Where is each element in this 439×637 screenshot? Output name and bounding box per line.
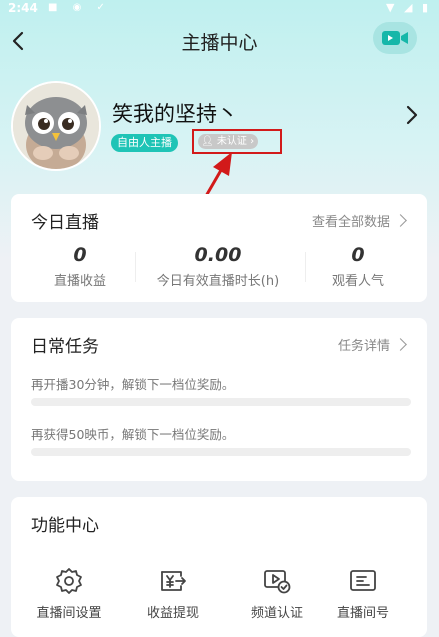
func-label: 直播间号	[336, 606, 389, 621]
stat-label: 直播收益	[53, 274, 106, 289]
view-all-data-label: 查看全部数据	[311, 215, 390, 230]
settings-icon	[56, 568, 82, 594]
room-id-icon	[350, 570, 376, 591]
channel-verify-icon	[264, 570, 291, 594]
task-details-label: 任务详情	[337, 339, 390, 354]
func-label: 收益提现	[146, 606, 199, 621]
today-live-card: 今日直播 查看全部数据 0 直播收益 0.00 今日有效直播时长(h) 0 观看…	[11, 194, 427, 302]
stat-label: 观看人气	[331, 274, 384, 289]
view-all-data-link[interactable]: 查看全部数据	[311, 211, 407, 230]
stat-value: 0	[351, 244, 365, 266]
daily-tasks-title: 日常任务	[31, 337, 99, 357]
daily-tasks-card: 日常任务 任务详情 再开播30分钟，解锁下一档位奖励。 再获得50映币，解锁下一…	[11, 318, 427, 481]
withdraw-icon	[161, 571, 186, 591]
func-room-id[interactable]: 直播间号	[311, 567, 415, 621]
task-progress-bar	[31, 398, 411, 406]
func-withdraw[interactable]: 收益提现	[121, 567, 225, 621]
divider	[135, 252, 136, 282]
task-text: 再获得50映币，解锁下一档位奖励。	[31, 427, 235, 442]
func-label: 直播间设置	[36, 606, 102, 621]
task-text: 再开播30分钟，解锁下一档位奖励。	[31, 377, 235, 392]
stat-revenue: 0 直播收益	[11, 244, 149, 289]
chevron-right-icon	[394, 338, 407, 351]
stat-value: 0.00	[194, 244, 242, 266]
task-details-link[interactable]: 任务详情	[337, 335, 407, 354]
stat-duration: 0.00 今日有效直播时长(h)	[149, 244, 287, 289]
function-center-title: 功能中心	[31, 516, 99, 536]
stat-popularity: 0 观看人气	[289, 244, 427, 289]
stat-value: 0	[73, 244, 87, 266]
func-room-settings[interactable]: 直播间设置	[17, 567, 121, 621]
stat-label: 今日有效直播时长(h)	[156, 274, 280, 289]
chevron-right-icon	[394, 214, 407, 227]
today-live-title: 今日直播	[31, 213, 99, 233]
task-progress-bar	[31, 448, 411, 456]
function-center-card: 功能中心 直播间设置 收益提现 频道认证 直播间号	[11, 497, 427, 637]
